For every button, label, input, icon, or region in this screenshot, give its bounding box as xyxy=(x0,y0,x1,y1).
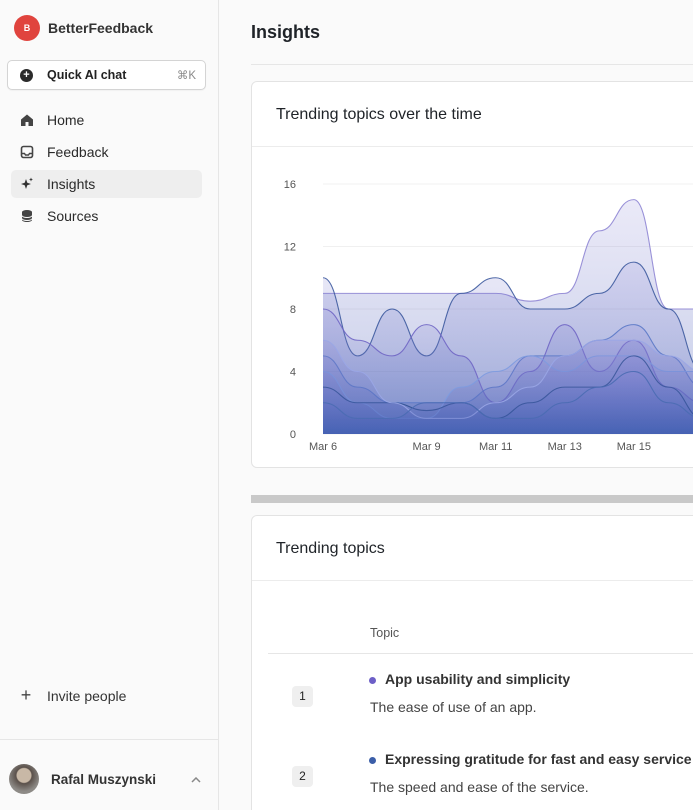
scroll-divider xyxy=(251,495,693,503)
avatar xyxy=(9,764,39,794)
rank-badge: 2 xyxy=(292,766,313,787)
card-title: Trending topics xyxy=(252,516,693,581)
keyboard-shortcut: ⌘K xyxy=(176,70,196,82)
trending-topics-card: Trending topics Topic 1 App usability an… xyxy=(251,515,693,810)
home-icon xyxy=(20,113,34,127)
x-tick-label: Mar 13 xyxy=(548,441,582,453)
sidebar-item-sources[interactable]: Sources xyxy=(11,202,202,230)
brand-logo: B xyxy=(14,15,40,41)
inbox-icon xyxy=(20,145,34,159)
user-menu[interactable]: Rafal Muszynski xyxy=(9,764,201,794)
x-tick-label: Mar 11 xyxy=(479,441,512,453)
invite-people-label: Invite people xyxy=(47,687,127,704)
sidebar-nav: Home Feedback Insights Sources xyxy=(11,106,202,234)
sidebar: B BetterFeedback + Quick AI chat ⌘K Home… xyxy=(0,0,219,810)
topic-description: The speed and ease of the service. xyxy=(370,779,589,795)
y-tick-label: 0 xyxy=(290,429,296,441)
trending-chart-card: Trending topics over the time 0 4 8 12 16 Mar… xyxy=(251,81,693,468)
sidebar-item-label: Feedback xyxy=(47,144,109,160)
y-tick-label: 16 xyxy=(284,179,296,191)
divider xyxy=(268,653,693,654)
plus-icon: + xyxy=(20,685,32,705)
database-icon xyxy=(20,209,34,223)
divider xyxy=(0,739,219,740)
sparkles-icon xyxy=(20,177,34,191)
sidebar-item-home[interactable]: Home xyxy=(11,106,202,134)
sidebar-item-label: Insights xyxy=(47,176,96,192)
x-tick-label: Mar 9 xyxy=(413,441,441,453)
topic-description: The ease of use of an app. xyxy=(370,699,537,715)
x-tick-label: Mar 15 xyxy=(617,441,651,453)
y-tick-label: 12 xyxy=(284,242,296,254)
sidebar-item-feedback[interactable]: Feedback xyxy=(11,138,202,166)
rank-badge: 1 xyxy=(292,686,313,707)
topic-name: App usability and simplicity xyxy=(385,671,571,687)
plus-circle-icon: + xyxy=(20,68,33,82)
topic-color-dot xyxy=(369,677,376,684)
brand[interactable]: B BetterFeedback xyxy=(14,15,153,41)
topic-color-dot xyxy=(369,757,376,764)
sidebar-item-label: Sources xyxy=(47,208,99,224)
sidebar-item-label: Home xyxy=(47,112,85,128)
chevron-up-icon xyxy=(191,772,201,786)
invite-people-button[interactable]: + Invite people xyxy=(18,685,127,706)
y-tick-label: 4 xyxy=(290,367,296,379)
topic-name: Expressing gratitude for fast and easy s… xyxy=(385,751,692,767)
brand-name: BetterFeedback xyxy=(48,20,154,36)
divider xyxy=(251,64,693,65)
column-header-topic: Topic xyxy=(370,626,400,640)
page-title: Insights xyxy=(251,22,321,42)
user-name: Rafal Muszynski xyxy=(51,771,157,787)
x-tick-label: Mar 6 xyxy=(309,441,337,453)
sidebar-item-insights[interactable]: Insights xyxy=(11,170,202,198)
y-tick-label: 8 xyxy=(290,304,296,316)
quick-ai-chat-button[interactable]: + Quick AI chat ⌘K xyxy=(7,60,206,90)
card-title: Trending topics over the time xyxy=(252,82,693,147)
trending-topics-chart: 0481216Mar 6Mar 9Mar 11Mar 13Mar 15Mar 1… xyxy=(284,179,693,453)
main-content: Insights Trending topics over the time 0… xyxy=(219,0,693,810)
quick-ai-chat-label: Quick AI chat xyxy=(47,68,127,82)
